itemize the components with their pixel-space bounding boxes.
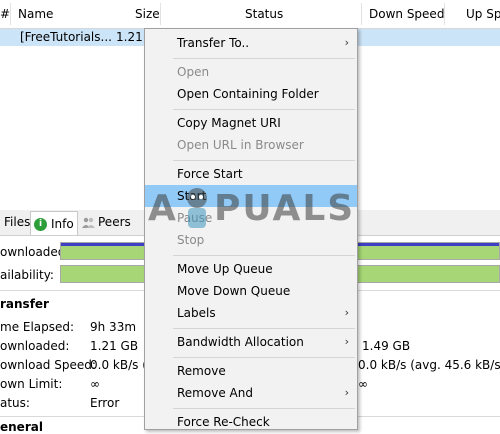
menu-item-label: Move Up Queue (177, 262, 273, 276)
menu-item-label: Pause (177, 211, 213, 225)
column-separator[interactable] (444, 3, 445, 25)
menu-item-open[interactable]: Open (145, 61, 357, 83)
menu-item-remove-and[interactable]: Remove And › (145, 382, 357, 404)
menu-separator (173, 408, 355, 409)
tab-info-label: Info (51, 217, 74, 231)
menu-item-label: Force Re-Check (177, 415, 270, 429)
tab-info[interactable]: i Info (30, 211, 78, 235)
column-separator[interactable] (160, 3, 161, 25)
info-icon: i (34, 218, 47, 231)
column-header-status[interactable]: Status (245, 0, 283, 28)
downloaded-amount-label: ownloaded: (0, 339, 70, 353)
menu-item-move-up-queue[interactable]: Move Up Queue (145, 258, 357, 280)
menu-item-label: Force Start (177, 167, 243, 181)
time-elapsed-value: 9h 33m (90, 320, 137, 334)
downloaded-amount-value: 1.21 GB (90, 339, 139, 353)
uploaded-amount-value: 1.49 GB (362, 339, 411, 353)
down-limit-value: ∞ (90, 377, 100, 391)
time-elapsed-label: me Elapsed: (0, 320, 75, 334)
tab-peers-label: Peers (98, 215, 131, 229)
submenu-arrow-icon: › (344, 306, 349, 319)
status-label: atus: (0, 396, 30, 410)
column-header-down-speed[interactable]: Down Speed (369, 0, 444, 28)
menu-item-label: Copy Magnet URI (177, 116, 281, 130)
menu-item-copy-magnet-uri[interactable]: Copy Magnet URI (145, 112, 357, 134)
down-limit-label: own Limit: (0, 377, 63, 391)
menu-separator (173, 109, 355, 110)
column-header-hash[interactable]: # (0, 0, 10, 28)
torrent-list-header: # Name Size Status Down Speed Up Sp (0, 0, 500, 29)
menu-item-label: Remove And (177, 386, 253, 400)
tab-files-label: Files (4, 215, 31, 229)
menu-item-open-containing-folder[interactable]: Open Containing Folder (145, 83, 357, 105)
submenu-arrow-icon: › (344, 36, 349, 49)
general-section-title: eneral (0, 420, 43, 434)
menu-item-open-url-in-browser[interactable]: Open URL in Browser (145, 134, 357, 156)
context-menu: Transfer To.. › Open Open Containing Fol… (144, 28, 358, 430)
menu-item-label: Start (177, 189, 207, 203)
menu-item-pause[interactable]: Pause (145, 207, 357, 229)
submenu-arrow-icon: › (344, 386, 349, 399)
column-header-size[interactable]: Size (135, 0, 160, 28)
menu-item-remove[interactable]: Remove (145, 360, 357, 382)
peers-icon (82, 217, 95, 228)
submenu-arrow-icon: › (344, 335, 349, 348)
menu-item-move-down-queue[interactable]: Move Down Queue (145, 280, 357, 302)
menu-item-label: Open (177, 65, 210, 79)
menu-separator (173, 255, 355, 256)
column-header-up-speed[interactable]: Up Sp (466, 0, 500, 28)
menu-item-label: Bandwidth Allocation (177, 335, 304, 349)
menu-separator (173, 328, 355, 329)
menu-separator (173, 58, 355, 59)
menu-item-stop[interactable]: Stop (145, 229, 357, 251)
menu-separator (173, 160, 355, 161)
menu-item-label: Open URL in Browser (177, 138, 304, 152)
column-header-name[interactable]: Name (18, 0, 53, 28)
availability-label: ailability: (0, 268, 54, 282)
download-speed-label: ownload Speed: (0, 358, 96, 372)
menu-item-label: Move Down Queue (177, 284, 291, 298)
upload-speed-value: 0.0 kB/s (avg. 45.6 kB/s) (358, 358, 500, 372)
torrent-name: [FreeTutorials... (20, 30, 112, 44)
tab-files[interactable]: Files (4, 212, 30, 233)
column-separator[interactable] (361, 3, 362, 25)
menu-item-bandwidth-allocation[interactable]: Bandwidth Allocation › (145, 331, 357, 353)
menu-item-label: Remove (177, 364, 226, 378)
menu-separator (173, 357, 355, 358)
menu-item-label: Stop (177, 233, 205, 247)
menu-item-labels[interactable]: Labels › (145, 302, 357, 324)
menu-item-start[interactable]: Start (145, 185, 357, 207)
status-value: Error (90, 396, 120, 410)
menu-item-transfer-to[interactable]: Transfer To.. › (145, 32, 357, 54)
tab-peers[interactable]: Peers (82, 212, 131, 233)
transfer-section-title: ransfer (0, 297, 49, 311)
menu-item-label: Open Containing Folder (177, 87, 319, 101)
menu-item-label: Transfer To.. (177, 36, 250, 50)
menu-item-label: Labels (177, 306, 216, 320)
up-limit-value: ∞ (358, 377, 368, 391)
column-separator[interactable] (10, 3, 11, 25)
menu-item-force-start[interactable]: Force Start (145, 163, 357, 185)
